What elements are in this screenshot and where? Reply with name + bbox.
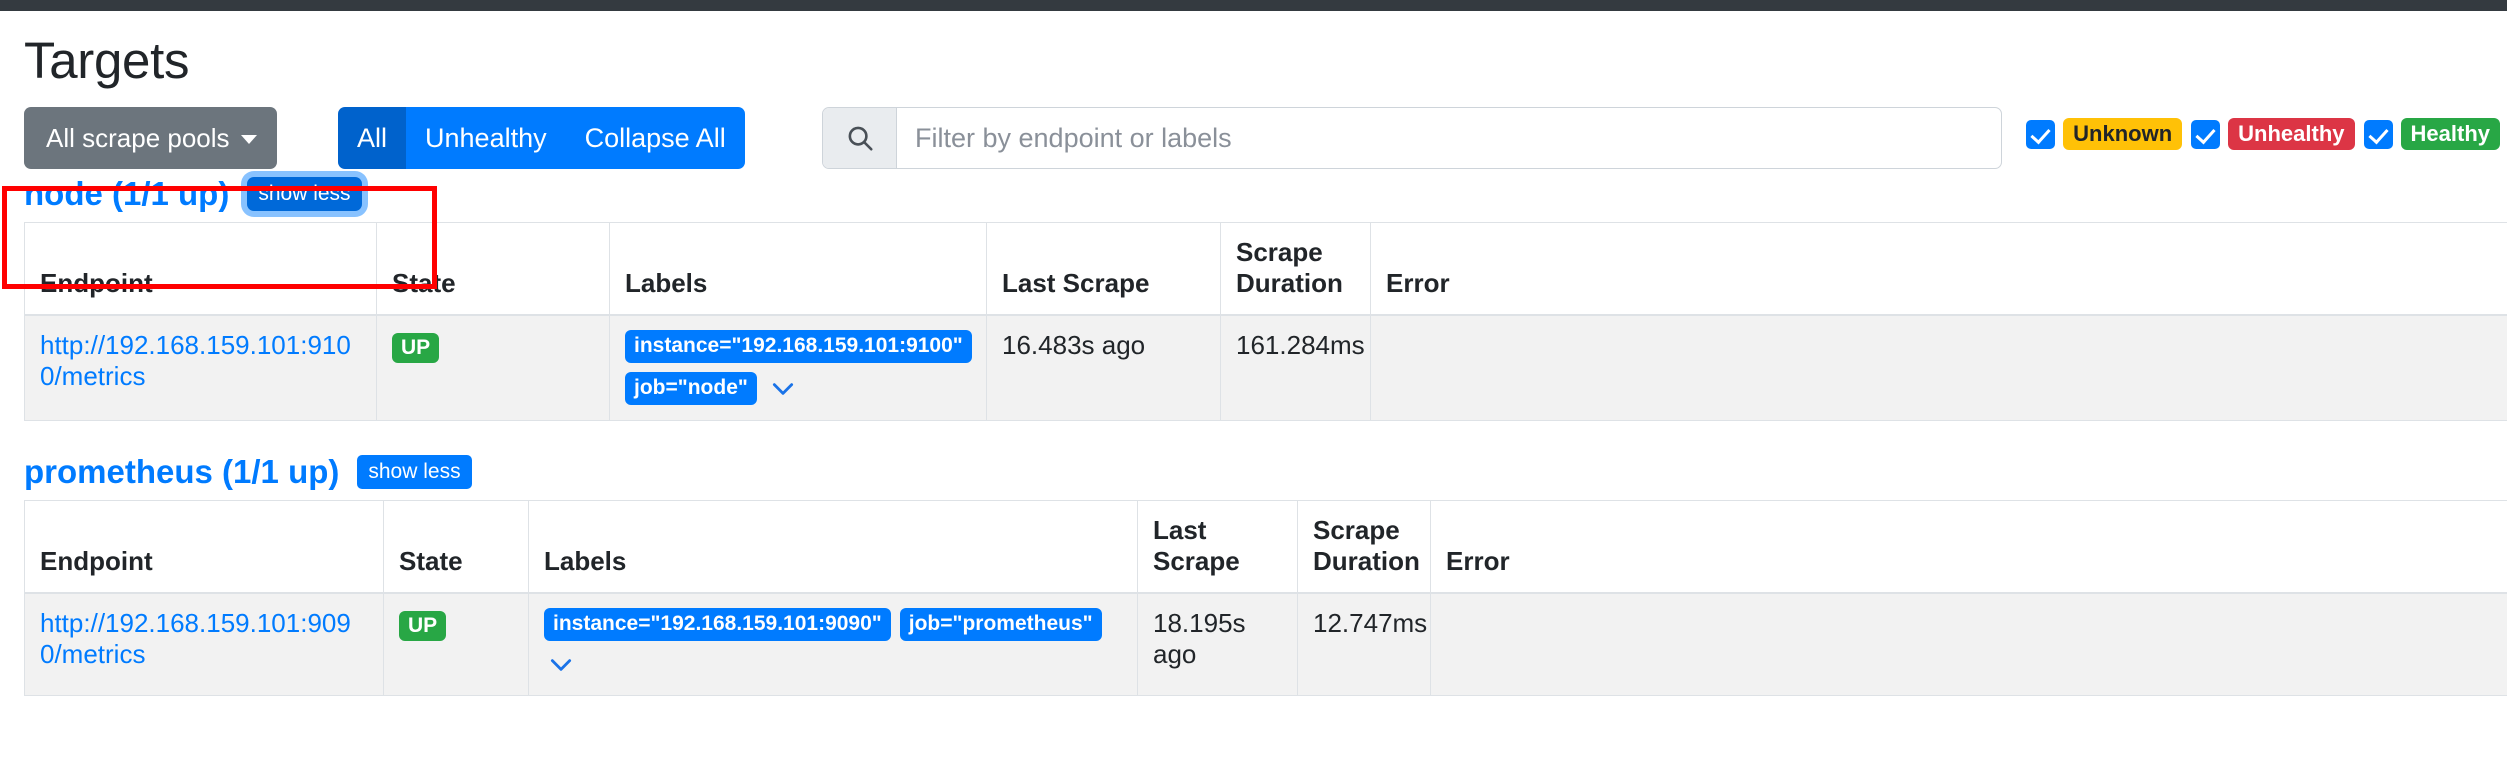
cell-state: UP — [376, 314, 610, 422]
page-content: Targets All scrape pools All Unhealthy C… — [0, 11, 2507, 697]
show-less-button-prometheus[interactable]: show less — [357, 455, 472, 490]
table-header-row: Endpoint State Labels Last Scrape Scrape… — [24, 222, 2507, 317]
table-row: http://192.168.159.101:9090/metrics UP i… — [24, 592, 2507, 697]
collapse-all-button[interactable]: Collapse All — [565, 107, 745, 170]
pool-header-prometheus: prometheus (1/1 up) show less — [24, 447, 2507, 500]
label-chip-list: instance="192.168.159.101:9100" job="nod… — [625, 330, 972, 406]
show-less-button-node[interactable]: show less — [247, 177, 362, 212]
label-chip-job[interactable]: job="prometheus" — [899, 608, 1102, 642]
badge-unknown: Unknown — [2063, 118, 2183, 151]
endpoint-link[interactable]: http://192.168.159.101:9100/metrics — [40, 330, 351, 391]
filter-unhealthy-button[interactable]: Unhealthy — [406, 107, 566, 170]
label-chip-instance[interactable]: instance="192.168.159.101:9100" — [625, 330, 972, 364]
targets-page: Targets All scrape pools All Unhealthy C… — [0, 0, 2507, 757]
cell-error — [1370, 314, 2507, 422]
targets-table-node: Endpoint State Labels Last Scrape Scrape… — [24, 222, 2507, 422]
col-error: Error — [1370, 222, 2507, 317]
health-filter-unknown[interactable]: Unknown — [2026, 118, 2183, 151]
col-last-scrape: Last Scrape — [986, 222, 1221, 317]
col-error: Error — [1430, 500, 2507, 595]
status-badge: UP — [399, 611, 447, 642]
cell-labels: instance="192.168.159.101:9100" job="nod… — [609, 314, 987, 422]
badge-unhealthy: Unhealthy — [2228, 118, 2355, 151]
col-scrape-duration: Scrape Duration — [1220, 222, 1371, 317]
filter-all-button[interactable]: All — [338, 107, 407, 170]
health-filter-group: Unknown Unhealthy Healthy — [2026, 118, 2500, 151]
col-labels: Labels — [528, 500, 1138, 595]
cell-labels: instance="192.168.159.101:9090" job="pro… — [528, 592, 1138, 697]
pool-title-prometheus[interactable]: prometheus (1/1 up) — [24, 453, 339, 491]
label-chip-list: instance="192.168.159.101:9090" job="pro… — [544, 608, 1122, 680]
pool-header-node: node (1/1 up) show less — [24, 169, 2507, 222]
cell-scrape-duration: 161.284ms — [1220, 314, 1371, 422]
expand-labels-chevron-down-icon[interactable] — [766, 374, 800, 404]
checkbox-unknown[interactable] — [2026, 119, 2056, 149]
col-endpoint: Endpoint — [24, 222, 377, 317]
col-scrape-duration: Scrape Duration — [1297, 500, 1431, 595]
checkbox-healthy[interactable] — [2363, 119, 2393, 149]
table-header-row: Endpoint State Labels Last Scrape Scrape… — [24, 500, 2507, 595]
page-title: Targets — [24, 32, 190, 89]
health-filter-unhealthy[interactable]: Unhealthy — [2191, 118, 2355, 151]
search-box — [822, 107, 2002, 170]
label-chip-instance[interactable]: instance="192.168.159.101:9090" — [544, 608, 891, 642]
pool-title-node[interactable]: node (1/1 up) — [24, 175, 229, 213]
toolbar: All scrape pools All Unhealthy Collapse … — [0, 107, 2507, 170]
cell-last-scrape: 18.195s ago — [1137, 592, 1298, 697]
top-navbar — [0, 0, 2507, 11]
col-endpoint: Endpoint — [24, 500, 384, 595]
cell-endpoint: http://192.168.159.101:9090/metrics — [24, 592, 384, 697]
scrape-pools-dropdown[interactable]: All scrape pools — [24, 107, 277, 170]
search-input[interactable] — [897, 108, 2001, 169]
health-filter-healthy[interactable]: Healthy — [2363, 118, 2500, 151]
cell-state: UP — [383, 592, 529, 697]
chevron-down-icon — [240, 135, 257, 145]
table-row: http://192.168.159.101:9100/metrics UP i… — [24, 314, 2507, 422]
targets-table-prometheus: Endpoint State Labels Last Scrape Scrape… — [24, 500, 2507, 697]
cell-error — [1430, 592, 2507, 697]
expand-labels-chevron-down-icon[interactable] — [544, 650, 578, 680]
status-badge: UP — [392, 333, 440, 364]
label-chip-job[interactable]: job="node" — [625, 372, 757, 406]
col-state: State — [376, 222, 610, 317]
view-filter-button-group: All Unhealthy Collapse All — [338, 107, 745, 170]
col-last-scrape: Last Scrape — [1137, 500, 1298, 595]
col-state: State — [383, 500, 529, 595]
endpoint-link[interactable]: http://192.168.159.101:9090/metrics — [40, 608, 351, 669]
search-icon — [823, 108, 897, 169]
cell-endpoint: http://192.168.159.101:9100/metrics — [24, 314, 377, 422]
scrape-pools-label: All scrape pools — [46, 122, 230, 153]
checkbox-unhealthy[interactable] — [2191, 119, 2221, 149]
scrape-pool-node: node (1/1 up) show less Endpoint State L… — [0, 169, 2507, 422]
col-labels: Labels — [609, 222, 987, 317]
scrape-pool-prometheus: prometheus (1/1 up) show less Endpoint S… — [0, 447, 2507, 697]
cell-scrape-duration: 12.747ms — [1297, 592, 1431, 697]
badge-healthy: Healthy — [2400, 118, 2500, 151]
cell-last-scrape: 16.483s ago — [986, 314, 1221, 422]
